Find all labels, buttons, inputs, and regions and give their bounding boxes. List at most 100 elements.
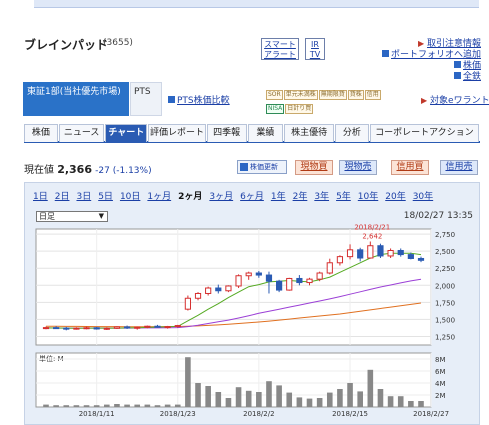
pts-compare: PTS株価比較	[168, 93, 230, 106]
volume-bar-35	[397, 396, 404, 407]
refresh-price-button[interactable]: 株価更新	[237, 160, 287, 174]
volume-bar-30	[347, 383, 353, 407]
candle-body-25	[296, 277, 303, 284]
candle-body-31	[357, 249, 364, 259]
badge-nisa: NISA	[266, 104, 285, 114]
tab-results[interactable]: 業績	[247, 124, 284, 142]
volume-bar-23	[276, 385, 282, 407]
volume-bar-21	[256, 392, 262, 407]
smart-alert-label: スマート アラート	[264, 40, 296, 59]
volume-bar-28	[326, 392, 333, 407]
candle-body-36	[407, 254, 414, 259]
volume-bar-25	[296, 397, 303, 407]
ewarrant-arrow-icon: ▶	[421, 96, 428, 105]
volume-bar-8	[124, 404, 130, 407]
candle-body-28	[326, 262, 333, 274]
volume-bar-24	[286, 392, 293, 407]
all-icon	[453, 72, 461, 79]
tab-analysis[interactable]: 分析	[334, 124, 369, 142]
tab-corporate-action[interactable]: コーポレートアクション	[369, 124, 479, 142]
volume-bar-20	[245, 390, 252, 407]
vol-tick-2: 6M	[435, 368, 446, 376]
regulation-link[interactable]: 取引注意情報	[427, 39, 481, 49]
volume-bar-17	[215, 392, 222, 407]
pts-compare-link[interactable]: PTS株価比較	[177, 96, 230, 106]
ewarrant-link-wrap: ▶ 対象eワラント	[421, 93, 489, 106]
candle-body-6	[103, 327, 110, 330]
candle-body-35	[397, 249, 404, 256]
candle-body-3	[73, 327, 80, 330]
cash-sell-button[interactable]: 現物売	[339, 160, 377, 175]
tab-shikiho[interactable]: 四季報	[206, 124, 247, 142]
tab-price[interactable]: 株価	[24, 124, 58, 142]
candle-body-27	[316, 272, 323, 280]
y-tick-3: 2,000	[435, 282, 455, 290]
stock-link[interactable]: 株価	[463, 61, 481, 71]
volume-bar-13	[174, 404, 181, 407]
candle-body-0	[42, 327, 50, 330]
candle-body-9	[134, 326, 141, 329]
tab-news[interactable]: ニュース	[58, 124, 105, 142]
refresh-label: 株価更新	[250, 163, 278, 171]
candle-body-4	[83, 327, 90, 330]
candle-body-1	[53, 327, 60, 330]
candle-body-18	[225, 285, 232, 292]
service-badges: SOR 単元未満株 無期限貸 貸株 信用 NISA 日計り買	[266, 88, 416, 116]
candle-body-22	[265, 274, 273, 282]
candle-body-32	[367, 245, 374, 259]
candle-body-30	[346, 249, 354, 258]
volume-bar-37	[418, 401, 424, 407]
refresh-icon	[240, 163, 248, 171]
x-tick-4: 2018/2/27	[413, 410, 449, 418]
ewarrant-link[interactable]: 対象eワラント	[430, 96, 489, 106]
tab-rating-report[interactable]: 評価レポート	[148, 124, 206, 142]
volume-bar-32	[367, 369, 374, 407]
y-tick-1: 1,500	[435, 316, 455, 324]
alert-arrow-icon: ▶	[417, 39, 425, 48]
stock-icon	[453, 61, 461, 68]
price-label: 現在値	[24, 165, 54, 176]
pts-compare-icon	[168, 96, 175, 103]
vol-tick-1: 4M	[435, 380, 446, 388]
stock-tabs: 株価 ニュース チャート 評価レポート 四季報 業績 株主優待 分析 コーポレー…	[24, 124, 480, 143]
candle-body-21	[255, 272, 262, 276]
volume-bar-34	[387, 396, 394, 407]
pts-tab[interactable]: PTS	[130, 82, 162, 116]
smart-alert-button[interactable]: スマート アラート	[261, 38, 299, 60]
candle-body-11	[154, 325, 161, 328]
volume-bar-26	[306, 398, 313, 407]
volume-bar-11	[154, 405, 161, 407]
candle-body-23	[276, 280, 283, 291]
y-tick-4: 2,250	[435, 265, 455, 273]
portfolio-add-link[interactable]: ポートフォリオへ追加	[391, 50, 481, 60]
margin-buy-button[interactable]: 信用買	[391, 160, 429, 175]
y-tick-2: 1,750	[435, 299, 455, 307]
volume-bar-19	[235, 387, 242, 407]
tab-chart[interactable]: チャート	[105, 124, 148, 142]
volume-bar-2	[63, 405, 70, 407]
margin-sell-button[interactable]: 信用売	[440, 160, 478, 175]
candle-body-16	[205, 287, 212, 294]
volume-bar-3	[73, 405, 80, 407]
x-tick-0: 2018/1/11	[79, 410, 115, 418]
volume-bar-27	[316, 398, 323, 407]
market-selector[interactable]: 東証1部(当社優先市場)	[23, 82, 129, 116]
badge-margin: 信用	[364, 90, 381, 100]
x-tick-1: 2018/1/23	[160, 410, 196, 418]
tab-shareholder-benefits[interactable]: 株主優待	[284, 124, 334, 142]
candle-body-17	[215, 287, 222, 292]
y-tick-6: 2,750	[435, 231, 455, 239]
candle-body-15	[194, 292, 202, 299]
all-link[interactable]: 全鉄	[463, 72, 481, 82]
volume-bar-12	[164, 404, 171, 407]
ir-tv-button[interactable]: IR TV	[305, 38, 325, 60]
candle-body-2	[63, 327, 70, 330]
y-tick-0: 1,250	[435, 333, 455, 341]
volume-bar-6	[104, 404, 110, 407]
volume-bar-36	[408, 401, 414, 407]
ir-tv-label: IR TV	[309, 40, 321, 59]
badge-lend: 貸株	[347, 90, 364, 100]
volume-bar-15	[195, 383, 201, 407]
candle-body-14	[184, 297, 191, 310]
cash-buy-button[interactable]: 現物買	[295, 160, 333, 175]
